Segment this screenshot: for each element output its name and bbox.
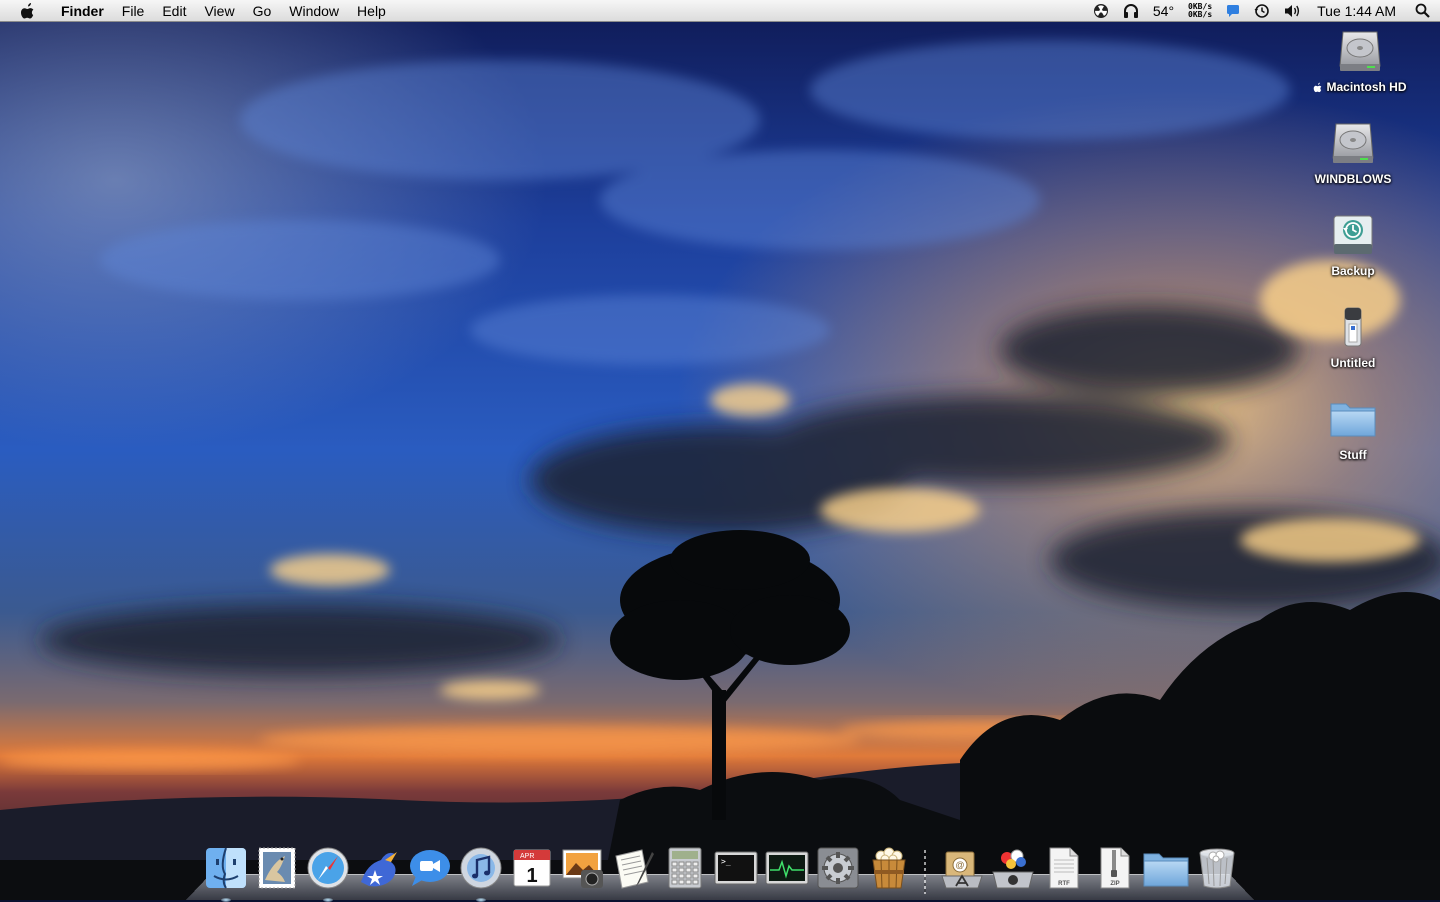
desktop-icon-label: Untitled (1330, 356, 1376, 370)
dock-item-system-preferences[interactable] (812, 838, 863, 890)
menu-go[interactable]: Go (244, 0, 281, 22)
dock-item-trash[interactable] (1191, 838, 1242, 890)
dock-item-ichat[interactable] (404, 838, 455, 890)
safari-compass-icon (307, 847, 348, 889)
dock-item-front-row[interactable] (987, 838, 1038, 890)
desktop-icon-label: Backup (1331, 264, 1375, 278)
mail-stamp-icon (258, 847, 295, 889)
dock-item-activity-monitor[interactable] (761, 838, 812, 890)
radiation-icon[interactable] (1093, 3, 1109, 19)
desktop-icon-name: Macintosh HD (1326, 80, 1407, 94)
textedit-pen-icon (614, 849, 654, 889)
ichat-bubble-icon (409, 850, 450, 886)
dock-item-zip-document[interactable]: ZIP (1089, 838, 1140, 890)
iphoto-icon (562, 849, 603, 888)
running-indicator (475, 898, 486, 902)
dock-item-mail[interactable] (251, 838, 302, 890)
temperature-readout[interactable]: 54° (1153, 3, 1174, 19)
ical-month-label: APR (520, 853, 534, 860)
clock[interactable]: Tue 1:44 AM (1317, 3, 1396, 19)
gear-icon (817, 847, 858, 889)
calculator-icon (668, 847, 701, 889)
menu-bar: Finder File Edit View Go Window Help 54°… (0, 0, 1440, 22)
desktop-wallpaper (0, 0, 1440, 900)
network-speed-readout[interactable]: 0KB/s 0KB/s (1188, 2, 1213, 19)
terminal-icon: >_ (714, 851, 757, 885)
menu-app-finder[interactable]: Finder (52, 0, 113, 22)
net-down-label: 0KB/s (1188, 9, 1213, 19)
trash-icon (1199, 848, 1234, 889)
zip-tag: ZIP (1110, 881, 1119, 887)
menu-view[interactable]: View (195, 0, 243, 22)
dock-item-popcorn[interactable] (863, 838, 914, 890)
desktop-icon-macintosh-hd[interactable]: Macintosh HD (1285, 26, 1435, 112)
chat-bubble-icon[interactable] (1226, 4, 1240, 18)
adium-duck-icon (360, 852, 397, 887)
rtf-tag: RTF (1058, 881, 1070, 887)
menu-edit[interactable]: Edit (153, 0, 195, 22)
usb-drive-icon (1328, 302, 1378, 352)
dock-item-safari[interactable] (302, 838, 353, 902)
dock-item-folder[interactable] (1140, 838, 1191, 890)
desktop-icon-untitled[interactable]: Untitled (1278, 302, 1428, 388)
running-indicator (220, 898, 231, 902)
applications-stack-icon: @ (940, 851, 983, 889)
itunes-disc-icon (460, 847, 501, 889)
dock-item-calculator[interactable] (659, 838, 710, 890)
apple-menu-icon[interactable] (18, 1, 38, 21)
dock-item-rtf-document[interactable]: RTF (1038, 838, 1089, 890)
activity-monitor-icon (765, 851, 808, 885)
zip-document-icon: ZIP (1100, 847, 1129, 889)
folder-icon (1328, 394, 1378, 444)
terminal-prompt: >_ (721, 857, 731, 866)
desktop-icon-label: WINDBLOWS (1314, 172, 1392, 186)
desktop-icon-backup[interactable]: Backup (1278, 210, 1428, 296)
front-row-icon (991, 849, 1034, 889)
menu-window[interactable]: Window (280, 0, 348, 22)
dock-item-iphoto[interactable] (557, 838, 608, 890)
desktop-icon-windblows[interactable]: WINDBLOWS (1278, 118, 1428, 204)
dock-item-adium[interactable] (353, 838, 404, 890)
menu-file[interactable]: File (113, 0, 154, 22)
menu-help[interactable]: Help (348, 0, 395, 22)
dock-separator (914, 838, 936, 894)
menu-extras: 54° 0KB/s 0KB/s Tue 1:44 AM (1086, 0, 1440, 22)
dock: APR 1 >_ @ RTF ZIP (180, 820, 1260, 902)
ical-day-label: 1 (526, 865, 537, 887)
desktop-icon-stuff[interactable]: Stuff (1278, 394, 1428, 480)
dock-item-textedit[interactable] (608, 838, 659, 890)
time-machine-drive-icon (1328, 210, 1378, 260)
dock-item-itunes[interactable] (455, 838, 506, 902)
apple-logo-icon (1314, 82, 1322, 92)
dock-item-applications[interactable]: @ (936, 838, 987, 890)
running-indicator (322, 898, 333, 902)
hard-drive-icon (1328, 118, 1378, 168)
time-machine-icon[interactable] (1254, 3, 1270, 19)
dock-item-ical[interactable]: APR 1 (506, 838, 557, 890)
rtf-document-icon: RTF (1049, 847, 1078, 889)
popcorn-bucket-icon (871, 847, 906, 889)
spotlight-icon[interactable] (1404, 3, 1440, 18)
dock-item-terminal[interactable]: >_ (710, 838, 761, 890)
finder-icon (205, 847, 246, 889)
volume-icon[interactable] (1284, 3, 1302, 19)
svg-text:@: @ (955, 860, 964, 870)
ical-calendar-icon: APR 1 (513, 849, 550, 887)
folder-icon (1143, 853, 1188, 887)
headphones-icon[interactable] (1123, 3, 1139, 19)
dock-item-finder[interactable] (200, 838, 251, 902)
desktop-icon-label: Stuff (1339, 448, 1367, 462)
hard-drive-icon (1335, 26, 1385, 76)
desktop-icon-label: Macintosh HD (1313, 80, 1407, 94)
